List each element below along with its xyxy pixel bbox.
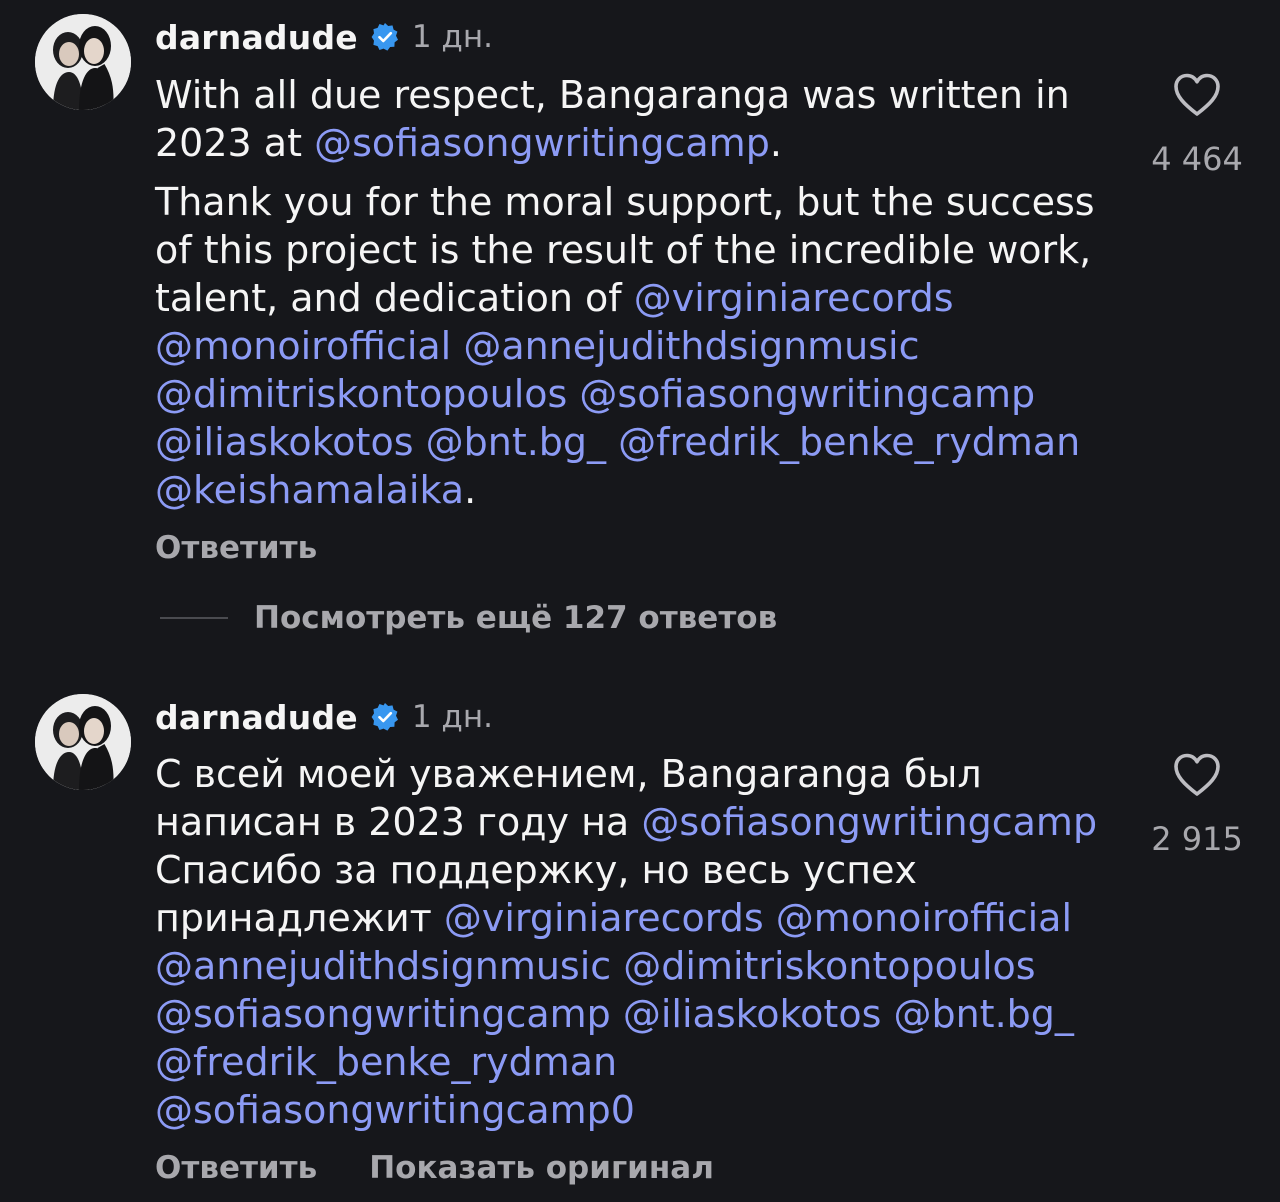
comment-line: @sofiasongwritingcamp @iliaskokotos @bnt… xyxy=(155,990,1115,1038)
comment-line: @keishamalaika. xyxy=(155,466,1115,514)
view-replies-label: Посмотреть ещё 127 ответов xyxy=(254,600,778,636)
text-segment: написан в 2023 году на xyxy=(155,800,642,844)
comment-actions: Ответить Показать оригинал xyxy=(155,1150,766,1186)
mention-link[interactable]: @sofiasongwritingcamp xyxy=(155,992,611,1036)
comment-line: @sofiasongwritingcamp0 xyxy=(155,1086,1115,1134)
comment-actions: Ответить xyxy=(155,530,369,566)
mention-link[interactable]: @bnt.bg_ xyxy=(426,420,606,464)
text-segment: . xyxy=(464,468,477,512)
show-original-button[interactable]: Показать оригинал xyxy=(369,1150,714,1186)
text-segment: talent, and dedication of xyxy=(155,276,634,320)
mention-link[interactable]: @sofiasongwritingcamp xyxy=(314,121,770,165)
comment-line: @dimitriskontopoulos @sofiasongwritingca… xyxy=(155,370,1115,418)
mention-link[interactable]: @iliaskokotos xyxy=(155,420,414,464)
heart-icon[interactable] xyxy=(1172,752,1222,798)
comment-line: Спасибо за поддержку, но весь успех xyxy=(155,846,1115,894)
verified-badge-icon xyxy=(370,702,400,732)
mention-link[interactable]: @dimitriskontopoulos xyxy=(155,372,567,416)
verified-badge-icon xyxy=(370,22,400,52)
comment-text: С всей моей уважением, Bangaranga был на… xyxy=(155,750,1115,1134)
timestamp: 1 дн. xyxy=(411,699,493,735)
avatar[interactable] xyxy=(35,14,131,110)
comment-line: @annejudithdsignmusic @dimitriskontopoul… xyxy=(155,942,1115,990)
comment-line: написан в 2023 году на @sofiasongwriting… xyxy=(155,798,1115,846)
mention-link[interactable]: @sofiasongwritingcamp0 xyxy=(155,1088,635,1132)
comment-line: Thank you for the moral support, but the… xyxy=(155,178,1115,226)
comment-line: With all due respect, Bangaranga was wri… xyxy=(155,71,1115,119)
mention-link[interactable]: @monoirofficial xyxy=(155,324,451,368)
comment-line: @monoirofficial @annejudithdsignmusic xyxy=(155,322,1115,370)
comment-header: darnadude 1 дн. xyxy=(155,14,493,60)
reply-button[interactable]: Ответить xyxy=(155,530,317,566)
comment-line: of this project is the result of the inc… xyxy=(155,226,1115,274)
text-segment: With all due respect, Bangaranga was wri… xyxy=(155,73,1070,117)
mention-link[interactable]: @virginiarecords xyxy=(444,896,764,940)
mention-link[interactable]: @virginiarecords xyxy=(634,276,954,320)
text-segment: . xyxy=(769,121,782,165)
username[interactable]: darnadude xyxy=(155,698,358,737)
comment-text: With all due respect, Bangaranga was wri… xyxy=(155,71,1115,514)
comment-line: С всей моей уважением, Bangaranga был xyxy=(155,750,1115,798)
text-segment: of this project is the result of the inc… xyxy=(155,228,1092,272)
mention-link[interactable]: @dimitriskontopoulos xyxy=(623,944,1035,988)
text-segment: Thank you for the moral support, but the… xyxy=(155,180,1095,224)
timestamp: 1 дн. xyxy=(411,19,493,55)
mention-link[interactable]: @annejudithdsignmusic xyxy=(155,944,611,988)
comment-line: @fredrik_benke_rydman xyxy=(155,1038,1115,1086)
comment-line: принадлежит @virginiarecords @monoiroffi… xyxy=(155,894,1115,942)
like-count: 2 915 xyxy=(1151,820,1243,858)
like-control: 4 464 xyxy=(1117,72,1277,178)
heart-icon[interactable] xyxy=(1172,72,1222,118)
text-segment: Спасибо за поддержку, но весь успех xyxy=(155,848,917,892)
text-segment: принадлежит xyxy=(155,896,444,940)
mention-link[interactable]: @sofiasongwritingcamp xyxy=(641,800,1097,844)
comment-line: talent, and dedication of @virginiarecor… xyxy=(155,274,1115,322)
username[interactable]: darnadude xyxy=(155,18,358,57)
like-count: 4 464 xyxy=(1151,140,1243,178)
mention-link[interactable]: @annejudithdsignmusic xyxy=(463,324,919,368)
mention-link[interactable]: @monoirofficial xyxy=(776,896,1072,940)
comment-line: 2023 at @sofiasongwritingcamp. xyxy=(155,119,1115,167)
text-segment: 2023 at xyxy=(155,121,315,165)
mention-link[interactable]: @sofiasongwritingcamp xyxy=(579,372,1035,416)
comment-header: darnadude 1 дн. xyxy=(155,694,493,740)
comment-line: @iliaskokotos @bnt.bg_ @fredrik_benke_ry… xyxy=(155,418,1115,466)
mention-link[interactable]: @bnt.bg_ xyxy=(893,992,1073,1036)
divider xyxy=(160,617,228,619)
like-control: 2 915 xyxy=(1117,752,1277,858)
mention-link[interactable]: @fredrik_benke_rydman xyxy=(155,1040,617,1084)
mention-link[interactable]: @keishamalaika xyxy=(155,468,464,512)
view-replies-button[interactable]: Посмотреть ещё 127 ответов xyxy=(160,600,777,636)
mention-link[interactable]: @iliaskokotos xyxy=(623,992,882,1036)
text-segment: С всей моей уважением, Bangaranga был xyxy=(155,752,982,796)
reply-button[interactable]: Ответить xyxy=(155,1150,317,1186)
avatar[interactable] xyxy=(35,694,131,790)
mention-link[interactable]: @fredrik_benke_rydman xyxy=(618,420,1080,464)
